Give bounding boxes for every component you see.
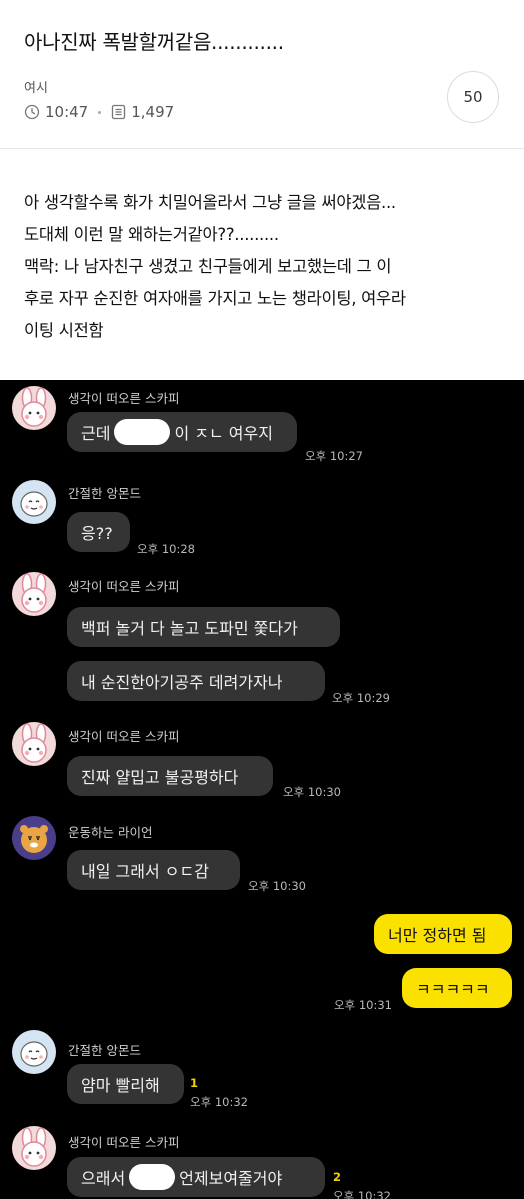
meta-separator — [98, 110, 102, 114]
sender-name: 생각이 떠오른 스카피 — [68, 391, 180, 406]
redaction-blur — [129, 1164, 176, 1190]
message-text: 얌마 빨리해 — [81, 1076, 160, 1095]
clock-icon — [24, 104, 40, 120]
message-time: 오후 10:28 — [137, 542, 195, 556]
sender-name: 생각이 떠오른 스카피 — [68, 1135, 180, 1150]
almond-avatar-icon — [12, 1030, 56, 1074]
scarpy-avatar-icon — [12, 1126, 56, 1170]
sender-name: 생각이 떠오른 스카피 — [68, 729, 180, 744]
scarpy-avatar-icon — [12, 386, 56, 430]
body-line: 이팅 시전함 — [24, 321, 104, 340]
sender-name: 생각이 떠오른 스카피 — [68, 579, 180, 594]
message-bubble: 내일 그래서 ㅇㄷ감 — [67, 850, 240, 890]
message-time: 오후 10:32 — [190, 1095, 248, 1109]
message-bubble: 얌마 빨리해 — [67, 1064, 184, 1104]
message-time: 오후 10:29 — [332, 691, 390, 705]
post-time: 10:47 — [45, 103, 89, 121]
message-text: 이 ㅈㄴ 여우지 — [174, 424, 273, 443]
message-text: 너만 정하면 됨 — [388, 926, 487, 945]
chat-screenshot: 생각이 떠오른 스카피 근데 이 ㅈㄴ 여우지 오후 10:27 간절한 앙몬드… — [0, 380, 524, 1199]
body-line: 후로 자꾸 순진한 여자애를 가지고 노는 챙라이팅, 여우라 — [24, 289, 406, 308]
unread-count: 1 — [190, 1076, 199, 1090]
message-text: 언제보여줄거야 — [179, 1169, 283, 1188]
message-bubble: 으래서 언제보여줄거야 — [67, 1157, 325, 1197]
scarpy-avatar-icon — [12, 722, 56, 766]
body-line: 아 생각할수록 화가 치밀어올라서 그냥 글을 써야겠음... — [24, 193, 396, 212]
message-time: 오후 10:30 — [283, 785, 341, 799]
almond-avatar-icon — [12, 480, 56, 524]
board-name[interactable]: 여시 — [24, 77, 48, 96]
comment-count-button[interactable]: 50 — [447, 71, 499, 123]
scarpy-avatar-icon — [12, 572, 56, 616]
body-line: 도대체 이런 말 왜하는거같아??......... — [24, 225, 279, 244]
document-icon — [111, 104, 126, 120]
ryan-avatar-icon — [12, 816, 56, 860]
post-meta: 10:47 1,497 — [24, 101, 174, 123]
post-header: 아나진짜 폭발할꺼같음............ 여시 10:47 1,497 5… — [0, 0, 524, 148]
message-text: 응?? — [81, 524, 113, 543]
view-count: 1,497 — [131, 103, 175, 121]
message-bubble: 백퍼 놀거 다 놀고 도파민 쫓다가 — [67, 607, 340, 647]
message-bubble: 응?? — [67, 512, 130, 552]
unread-count: 2 — [333, 1170, 342, 1184]
message-text: ㅋㅋㅋㅋㅋ — [416, 980, 490, 999]
sender-name: 간절한 앙몬드 — [68, 1043, 141, 1058]
message-bubble: 내 순진한아기공주 데려가자나 — [67, 661, 325, 701]
message-time: 오후 10:30 — [248, 879, 306, 893]
post-body: 아 생각할수록 화가 치밀어올라서 그냥 글을 써야겠음... 도대체 이런 말… — [24, 187, 506, 347]
message-text: 내 순진한아기공주 데려가자나 — [81, 673, 283, 692]
body-line: 맥락: 나 남자친구 생겼고 친구들에게 보고했는데 그 이 — [24, 257, 392, 276]
message-time: 오후 10:32 — [333, 1189, 391, 1199]
my-message-bubble: ㅋㅋㅋㅋㅋ — [402, 968, 512, 1008]
message-text: 내일 그래서 ㅇㄷ감 — [81, 862, 209, 881]
sender-name: 간절한 앙몬드 — [68, 486, 141, 501]
message-bubble: 진짜 얄밉고 불공평하다 — [67, 756, 273, 796]
message-text: 으래서 — [81, 1169, 126, 1188]
message-bubble: 근데 이 ㅈㄴ 여우지 — [67, 412, 297, 452]
my-message-bubble: 너만 정하면 됨 — [374, 914, 512, 954]
message-time: 오후 10:31 — [334, 998, 392, 1012]
redaction-blur — [114, 419, 171, 445]
header-divider — [0, 148, 524, 149]
message-text: 근데 — [81, 424, 111, 443]
message-time: 오후 10:27 — [305, 449, 363, 463]
message-text: 진짜 얄밉고 불공평하다 — [81, 768, 239, 787]
message-text: 백퍼 놀거 다 놀고 도파민 쫓다가 — [81, 619, 298, 638]
post-title: 아나진짜 폭발할꺼같음............ — [24, 30, 284, 54]
sender-name: 운동하는 라이언 — [68, 825, 153, 840]
